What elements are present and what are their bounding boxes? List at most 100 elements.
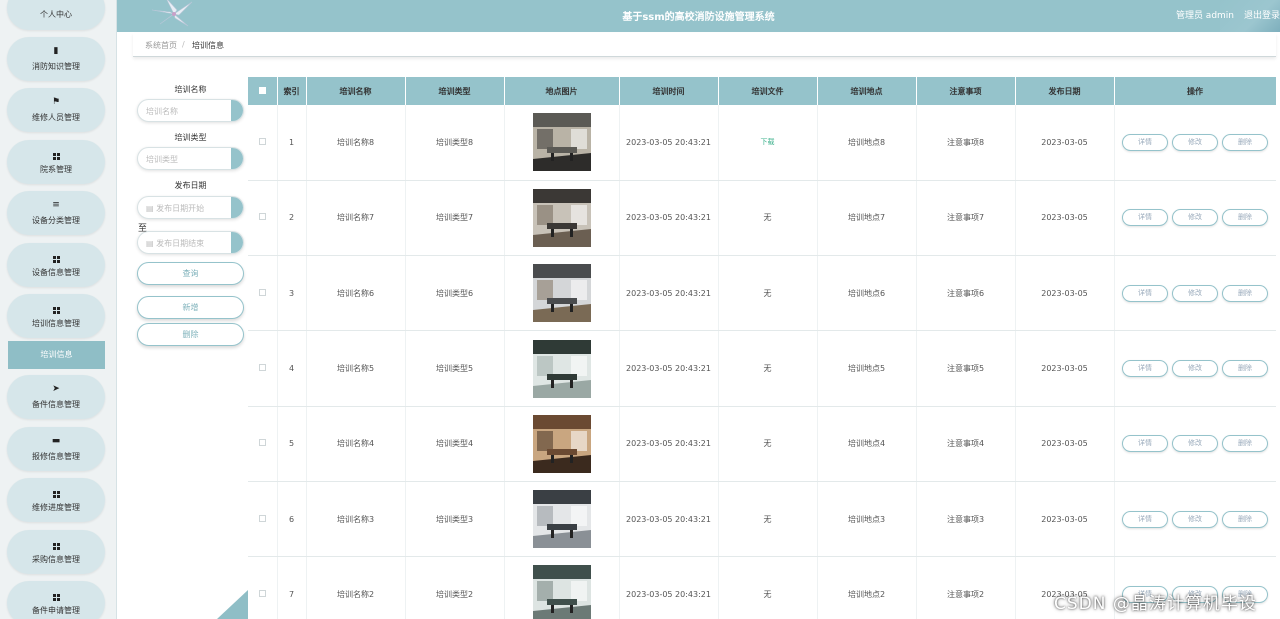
cell-actions: 详情 修改 删除 [1114, 105, 1276, 181]
delete-button[interactable]: 删除 [1222, 435, 1268, 453]
detail-button[interactable]: 详情 [1122, 209, 1168, 227]
delete-button[interactable]: 删除 [1222, 133, 1268, 151]
row-checkbox[interactable] [248, 105, 278, 181]
name-filter-label: 培训名称 [174, 85, 207, 94]
sidebar-item-label: 设备信息管理 [32, 268, 80, 277]
send-icon: ➤ [52, 384, 60, 394]
download-link[interactable]: 下载 [761, 138, 775, 146]
batch-delete-button[interactable]: 删除 [137, 323, 244, 346]
breadcrumb-home[interactable]: 系统首页 [145, 40, 177, 51]
sidebar-item-departments[interactable]: 院系管理 [7, 140, 105, 184]
cell-place: 培训地点4 [817, 406, 917, 482]
cell-file: 无 [718, 180, 818, 257]
col-file: 培训文件 [718, 77, 818, 105]
select-all-checkbox[interactable] [248, 77, 278, 105]
place-photo[interactable] [532, 565, 591, 619]
row-checkbox[interactable] [248, 406, 278, 482]
date-filter-label: 发布日期 [174, 181, 207, 190]
add-button[interactable]: 新增 [137, 296, 244, 319]
place-photo[interactable] [532, 264, 591, 323]
detail-button[interactable]: 详情 [1122, 284, 1168, 302]
edit-button[interactable]: 修改 [1172, 435, 1218, 453]
delete-button[interactable]: 删除 [1222, 284, 1268, 302]
sidebar-item-label: 备件信息管理 [32, 400, 80, 409]
breadcrumb-current: 培训信息 [192, 41, 224, 50]
place-photo[interactable] [532, 490, 591, 549]
edit-button[interactable]: 修改 [1172, 209, 1218, 227]
place-photo[interactable] [532, 414, 591, 473]
query-button[interactable]: 查询 [137, 262, 244, 285]
sidebar-item-repair-staff[interactable]: ⚑ 维修人员管理 [7, 88, 105, 132]
cell-place: 培训地点6 [817, 255, 917, 332]
cell-place: 培训地点8 [817, 105, 917, 181]
sidebar-item-repair-progress[interactable]: 维修进度管理 [7, 478, 105, 522]
cell-name: 培训名称8 [306, 105, 406, 181]
sidebar-item-profile[interactable]: 个人中心 [7, 0, 105, 30]
sidebar-item-repair-requests[interactable]: ▬ 报修信息管理 [7, 427, 105, 471]
place-photo[interactable] [532, 339, 591, 398]
edit-button[interactable]: 修改 [1172, 360, 1218, 378]
cell-place: 培训地点7 [817, 180, 917, 257]
place-photo[interactable] [532, 113, 591, 172]
delete-button[interactable]: 删除 [1222, 209, 1268, 227]
cell-name: 培训名称2 [306, 556, 406, 619]
cell-place: 培训地点5 [817, 330, 917, 407]
delete-button[interactable]: 删除 [1222, 510, 1268, 528]
edit-button[interactable]: 修改 [1172, 510, 1218, 528]
name-filter-input[interactable]: 培训名称 [137, 99, 244, 122]
row-checkbox[interactable] [248, 481, 278, 558]
row-checkbox[interactable] [248, 255, 278, 332]
cell-place: 培训地点3 [817, 481, 917, 558]
sidebar-item-label: 设备分类管理 [32, 216, 80, 225]
date-end-input[interactable]: ▤ 发布日期结束 [137, 231, 244, 254]
table-row: 2 培训名称7 培训类型7 2023-03-05 20:43:21 无 培训地点… [248, 180, 1276, 257]
cell-file: 无 [718, 330, 818, 407]
sidebar-item-training-mgmt[interactable]: 培训信息管理 [7, 294, 105, 338]
list-icon: ≡ [52, 200, 60, 210]
type-filter-input[interactable]: 培训类型 [137, 147, 244, 170]
cell-name: 培训名称5 [306, 330, 406, 407]
file-value: 无 [763, 288, 772, 298]
date-end-placeholder: ▤ 发布日期结束 [146, 239, 205, 248]
cell-date: 2023-03-05 [1015, 255, 1115, 332]
sidebar-item-device-category[interactable]: ≡ 设备分类管理 [7, 191, 105, 235]
detail-button[interactable]: 详情 [1122, 360, 1168, 378]
col-note: 注意事项 [916, 77, 1016, 105]
sidebar: 个人中心 ▮ 消防知识管理 ⚑ 维修人员管理 院系管理 ≡ 设备分类管理 设备信… [0, 0, 117, 619]
sidebar-subitem-training-info[interactable]: 培训信息 [8, 341, 105, 369]
sidebar-item-device-info[interactable]: 设备信息管理 [7, 243, 105, 287]
col-name: 培训名称 [306, 77, 406, 105]
cell-note: 注意事项6 [916, 255, 1016, 332]
sidebar-item-label: 消防知识管理 [32, 62, 80, 71]
delete-button[interactable]: 删除 [1222, 360, 1268, 378]
table-row: 5 培训名称4 培训类型4 2023-03-05 20:43:21 无 培训地点… [248, 406, 1276, 482]
sidebar-item-fire-knowledge[interactable]: ▮ 消防知识管理 [7, 37, 105, 81]
edit-button[interactable]: 修改 [1172, 133, 1218, 151]
sidebar-item-spare-parts[interactable]: ➤ 备件信息管理 [7, 375, 105, 419]
cell-place: 培训地点2 [817, 556, 917, 619]
cell-time: 2023-03-05 20:43:21 [619, 481, 719, 558]
cell-image [504, 105, 620, 181]
sidebar-item-purchase[interactable]: 采购信息管理 [7, 530, 105, 574]
cell-file[interactable]: 下载 [718, 105, 818, 181]
detail-button[interactable]: 详情 [1122, 133, 1168, 151]
place-photo[interactable] [532, 188, 591, 247]
row-checkbox[interactable] [248, 180, 278, 257]
cell-type: 培训类型4 [405, 406, 505, 482]
cell-note: 注意事项4 [916, 406, 1016, 482]
row-checkbox[interactable] [248, 556, 278, 619]
grid-icon [51, 539, 61, 550]
sidebar-item-parts-apply[interactable]: 备件申请管理 [7, 581, 105, 619]
date-start-input[interactable]: ▤ 发布日期开始 [137, 196, 244, 219]
app-title: 基于ssm的高校消防设施管理系统 [622, 12, 775, 23]
detail-button[interactable]: 详情 [1122, 510, 1168, 528]
grid-icon [51, 149, 61, 160]
edit-button[interactable]: 修改 [1172, 284, 1218, 302]
cell-date: 2023-03-05 [1015, 330, 1115, 407]
detail-button[interactable]: 详情 [1122, 435, 1168, 453]
cell-type: 培训类型6 [405, 255, 505, 332]
table-row: 4 培训名称5 培训类型5 2023-03-05 20:43:21 无 培训地点… [248, 330, 1276, 407]
col-place: 培训地点 [817, 77, 917, 105]
row-checkbox[interactable] [248, 330, 278, 407]
logout-link[interactable]: 退出登录 [1244, 8, 1280, 21]
